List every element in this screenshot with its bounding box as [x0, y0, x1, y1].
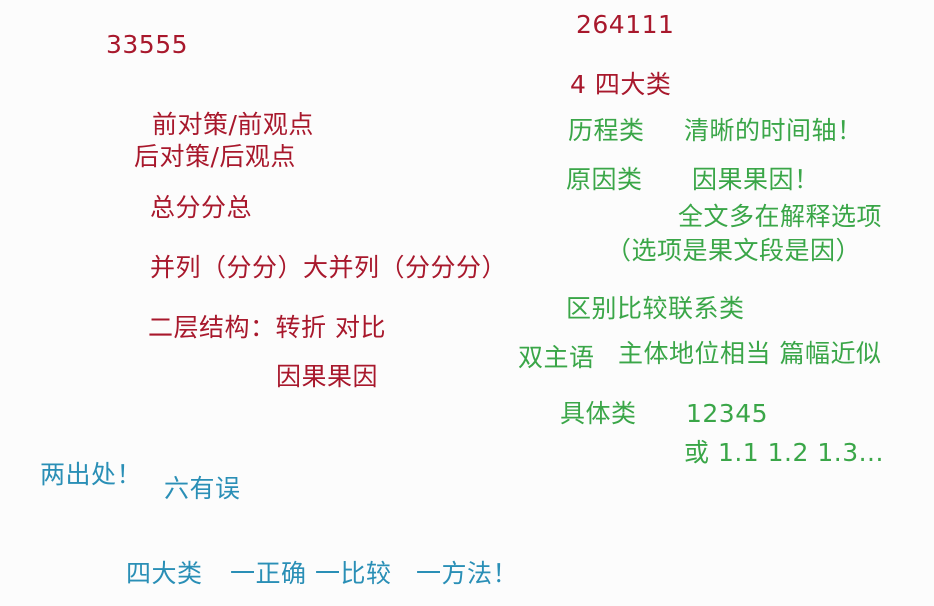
left-number: 33555	[106, 30, 189, 59]
cause-effect-note: 因果果因	[276, 362, 379, 391]
compare-type-label: 区别比较联系类	[566, 294, 745, 323]
equal-status-note: 主体地位相当 篇幅近似	[618, 339, 882, 368]
handwritten-notes-canvas: 33555 前对策/前观点 后对策/后观点 总分分总 并列（分分）大并列（分分分…	[0, 0, 934, 606]
two-sources-note: 两出处！	[40, 460, 143, 489]
one-method-note: 一方法！	[416, 559, 519, 588]
sequence-note: 12345	[686, 399, 769, 428]
two-layer-structure-note: 二层结构：转折 对比	[148, 313, 386, 342]
total-sub-note: 总分分总	[150, 193, 253, 222]
dual-subject-label: 双主语	[518, 343, 595, 372]
explain-options-note: 全文多在解释选项	[678, 202, 883, 231]
timeline-note: 清晰的时间轴！	[684, 116, 863, 145]
four-types-heading: 4 四大类	[570, 70, 672, 99]
one-correct-compare-note: 一正确 一比较	[230, 559, 392, 588]
right-number: 264111	[576, 10, 675, 39]
parallel-note: 并列（分分）大并列（分分分）	[150, 253, 508, 282]
back-strategy-note: 后对策/后观点	[134, 142, 296, 171]
front-strategy-note: 前对策/前观点	[152, 110, 314, 139]
options-cause-note: （选项是果文段是因）	[606, 236, 862, 265]
cause-effect-right-note: 因果果因！	[692, 165, 820, 194]
specific-type-label: 具体类	[560, 399, 637, 428]
sequence-alt-note: 或 1.1 1.2 1.3...	[684, 438, 884, 467]
history-type-label: 历程类	[568, 116, 645, 145]
cause-type-label: 原因类	[566, 165, 643, 194]
six-errors-note: 六有误	[164, 474, 241, 503]
four-categories-note: 四大类	[126, 559, 203, 588]
